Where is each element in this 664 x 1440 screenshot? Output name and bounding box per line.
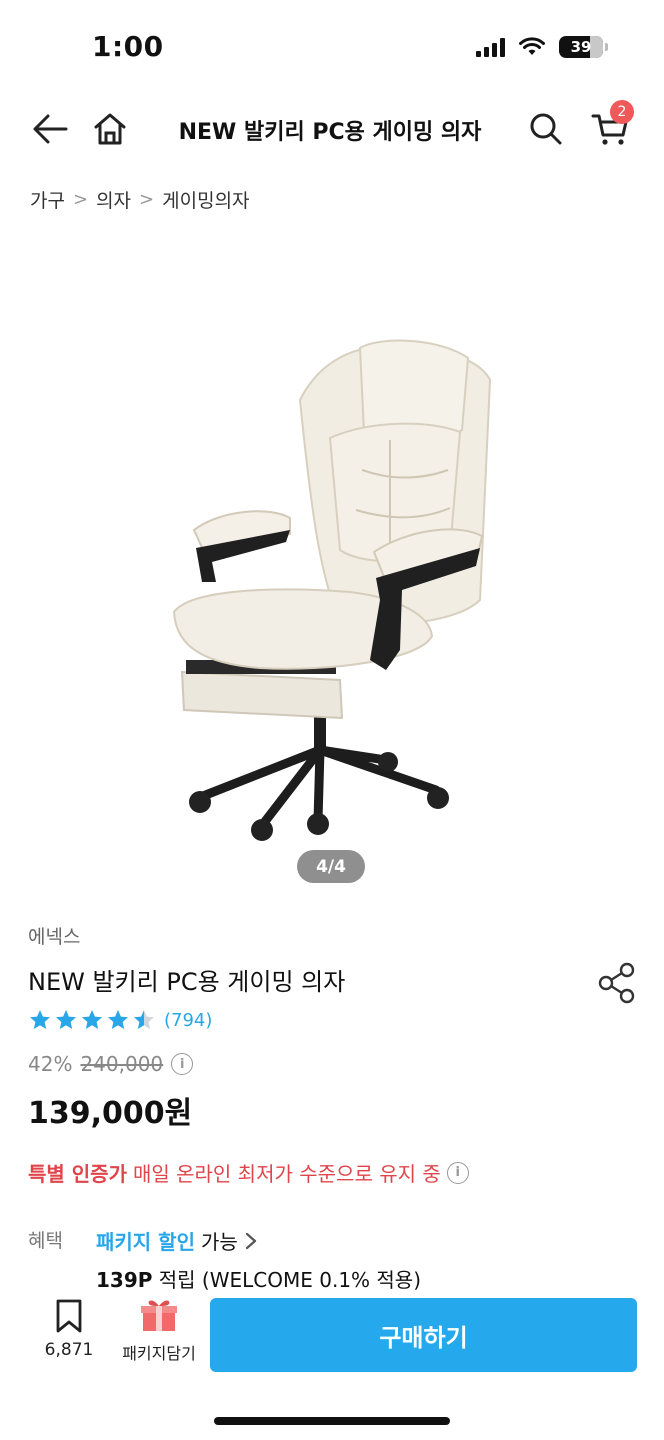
certification-title: 특별 인증가 [28, 1162, 127, 1186]
status-icons: 39 [476, 36, 608, 58]
star-icon [108, 1010, 128, 1029]
search-button[interactable] [520, 96, 572, 162]
benefit-label: 혜택 [28, 1230, 63, 1252]
share-icon [598, 962, 635, 1004]
discount-row: 42% 240,000 i [28, 1052, 194, 1076]
product-title: NEW 발키리 PC용 게이밍 의자 [28, 968, 346, 996]
breadcrumb: 가구 > 의자 > 게이밍의자 [30, 186, 250, 213]
points-amount: 139P [96, 1268, 153, 1292]
breadcrumb-item-chair[interactable]: 의자 [96, 186, 131, 213]
review-count[interactable]: (794) [164, 1010, 212, 1031]
rating-summary[interactable]: (794) [28, 1008, 212, 1032]
star-icon [30, 1010, 50, 1029]
back-button[interactable] [24, 96, 76, 162]
buy-button[interactable]: 구매하기 [210, 1298, 637, 1372]
add-to-package-button[interactable]: 패키지담기 [114, 1298, 204, 1374]
package-box-icon [141, 1300, 177, 1331]
status-time: 1:00 [92, 30, 164, 63]
points-text: 적립 (WELCOME 0.1% 적용) [158, 1268, 422, 1292]
package-discount-link[interactable]: 패키지 할인 가능 [96, 1226, 258, 1255]
star-icon [56, 1010, 76, 1029]
chevron-right-icon: > [72, 189, 89, 210]
breadcrumb-item-furniture[interactable]: 가구 [30, 186, 65, 213]
discount-rate: 42% [28, 1052, 73, 1076]
breadcrumb-item-gaming-chair[interactable]: 게이밍의자 [162, 186, 249, 213]
battery-icon: 39 [559, 36, 603, 58]
info-icon[interactable]: i [171, 1053, 194, 1075]
header-title: NEW 발키리 PC용 게이밍 의자 [178, 120, 482, 145]
brand-name[interactable]: 에넥스 [28, 922, 80, 949]
certification-notice: 특별 인증가 매일 온라인 최저가 수준으로 유지 중 i [28, 1158, 469, 1187]
home-indicator [214, 1417, 450, 1425]
original-price: 240,000 [80, 1052, 164, 1076]
home-icon [94, 113, 126, 145]
chevron-right-icon [245, 1232, 256, 1249]
wishlist-count: 6,871 [44, 1340, 94, 1360]
wifi-icon [519, 37, 545, 55]
wishlist-button[interactable]: 6,871 [34, 1298, 104, 1374]
battery-level: 39 [570, 38, 592, 56]
info-icon[interactable]: i [446, 1161, 469, 1184]
star-icon [82, 1010, 102, 1029]
back-arrow-icon [33, 114, 68, 144]
bookmark-icon [56, 1299, 82, 1333]
package-discount-text: 패키지 할인 [96, 1230, 195, 1254]
top-navigation-bar: NEW 발키리 PC용 게이밍 의자 2 [0, 96, 664, 162]
sale-price: 139,000원 [28, 1096, 193, 1131]
signal-icon [476, 37, 505, 57]
cart-button[interactable]: 2 [584, 96, 636, 162]
product-image[interactable] [150, 320, 514, 850]
package-available-text: 가능 [200, 1230, 238, 1254]
half-star-icon [134, 1010, 154, 1029]
chevron-right-icon: > [139, 189, 155, 210]
share-button[interactable] [594, 960, 640, 1006]
image-counter: 4/4 [297, 850, 365, 883]
search-icon [530, 113, 562, 145]
points-info: 139P 적립 (WELCOME 0.1% 적용) [96, 1264, 421, 1293]
home-button[interactable] [84, 96, 136, 162]
package-label: 패키지담기 [122, 1344, 196, 1363]
certification-text: 매일 온라인 최저가 수준으로 유지 중 [132, 1162, 441, 1186]
cart-count-badge: 2 [610, 100, 634, 124]
